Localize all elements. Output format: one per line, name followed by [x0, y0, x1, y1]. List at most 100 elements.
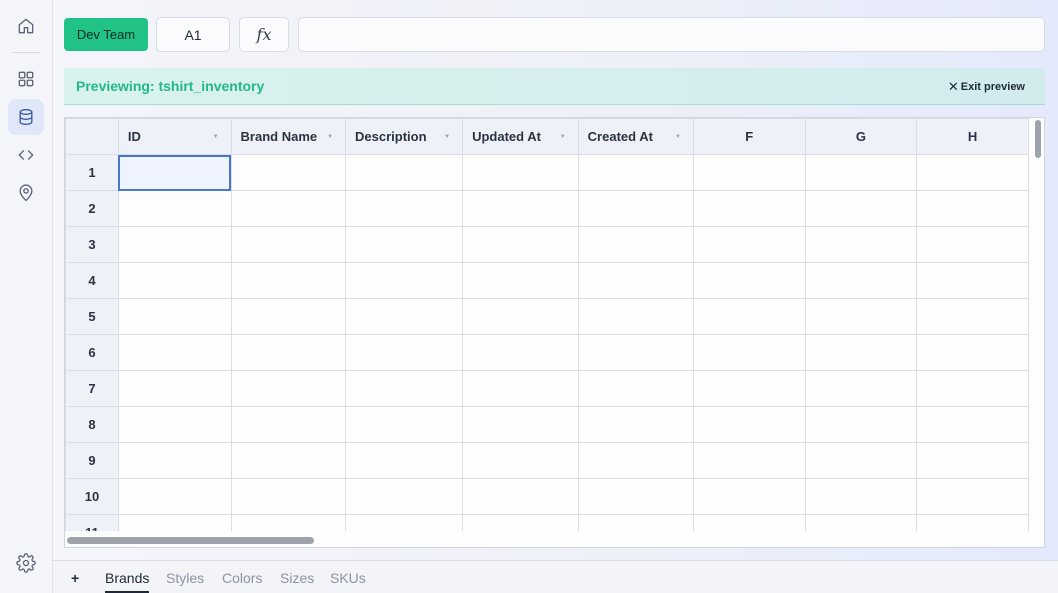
- row-header[interactable]: 5: [65, 298, 119, 335]
- row-header[interactable]: 8: [65, 406, 119, 443]
- grid-cell[interactable]: [577, 442, 694, 479]
- grid-cell[interactable]: [804, 154, 918, 191]
- grid-cell[interactable]: [577, 298, 694, 335]
- grid-cell[interactable]: [577, 370, 694, 407]
- grid-cell[interactable]: [804, 406, 918, 443]
- grid-cell[interactable]: [692, 406, 806, 443]
- grid-cell[interactable]: [692, 370, 806, 407]
- grid-cell[interactable]: [230, 226, 347, 263]
- grid-cell[interactable]: [345, 478, 464, 515]
- grid-cell[interactable]: [916, 514, 1029, 531]
- sort-icon[interactable]: ▼: [327, 134, 333, 140]
- grid-cell[interactable]: [230, 478, 347, 515]
- grid-cell[interactable]: [462, 478, 579, 515]
- grid-cell[interactable]: [117, 478, 232, 515]
- grid-cell[interactable]: [117, 190, 232, 227]
- sort-icon[interactable]: ▼: [444, 134, 450, 140]
- grid-cell[interactable]: [916, 406, 1029, 443]
- grid-cell[interactable]: [577, 226, 694, 263]
- grid-cell[interactable]: [462, 298, 579, 335]
- corner-cell[interactable]: [65, 118, 119, 155]
- grid-cell[interactable]: [692, 262, 806, 299]
- grid-cell[interactable]: [462, 406, 579, 443]
- grid-cell[interactable]: [916, 190, 1029, 227]
- row-header[interactable]: 2: [65, 190, 119, 227]
- tab-colors[interactable]: Colors: [222, 570, 262, 586]
- grid-cell[interactable]: [577, 406, 694, 443]
- grid-cell[interactable]: [577, 262, 694, 299]
- grid-cell[interactable]: [117, 262, 232, 299]
- grid-cell[interactable]: [462, 226, 579, 263]
- column-header-updated-at[interactable]: Updated At ▼: [462, 118, 579, 155]
- grid-cell[interactable]: [916, 154, 1029, 191]
- grid-cell[interactable]: [230, 298, 347, 335]
- row-header[interactable]: 10: [65, 478, 119, 515]
- grid-cell[interactable]: [692, 154, 806, 191]
- row-header[interactable]: 9: [65, 442, 119, 479]
- row-header[interactable]: 7: [65, 370, 119, 407]
- grid-cell[interactable]: [577, 478, 694, 515]
- column-header-created-at[interactable]: Created At ▼: [577, 118, 694, 155]
- column-header-brand-name[interactable]: Brand Name ▼: [230, 118, 347, 155]
- team-button[interactable]: Dev Team: [64, 18, 148, 51]
- grid-cell[interactable]: [692, 442, 806, 479]
- function-button[interactable]: fx: [239, 17, 289, 52]
- grid-cell[interactable]: [804, 226, 918, 263]
- grid-cell[interactable]: [345, 514, 464, 531]
- grid-cell[interactable]: [230, 514, 347, 531]
- grid-cell[interactable]: [577, 190, 694, 227]
- grid-cell[interactable]: [117, 154, 232, 191]
- grid-cell[interactable]: [804, 442, 918, 479]
- tab-sizes[interactable]: Sizes: [280, 570, 314, 586]
- location-button[interactable]: [8, 175, 44, 211]
- database-button[interactable]: [8, 99, 44, 135]
- settings-button[interactable]: [8, 545, 44, 581]
- row-header[interactable]: 3: [65, 226, 119, 263]
- row-header[interactable]: 1: [65, 154, 119, 191]
- grid-cell[interactable]: [230, 190, 347, 227]
- column-header-h[interactable]: H: [916, 118, 1029, 155]
- grid-cell[interactable]: [230, 154, 347, 191]
- grid-cell[interactable]: [345, 334, 464, 371]
- grid-cell[interactable]: [577, 334, 694, 371]
- grid-cell[interactable]: [230, 370, 347, 407]
- grid-cell[interactable]: [117, 370, 232, 407]
- horizontal-scrollbar[interactable]: [67, 537, 314, 544]
- grid-cell[interactable]: [462, 514, 579, 531]
- grid-cell[interactable]: [345, 406, 464, 443]
- exit-preview-button[interactable]: ✕ Exit preview: [948, 79, 1025, 95]
- grid-cell[interactable]: [230, 334, 347, 371]
- grid-cell[interactable]: [916, 442, 1029, 479]
- grid-cell[interactable]: [916, 334, 1029, 371]
- tab-skus[interactable]: SKUs: [330, 570, 366, 586]
- column-header-g[interactable]: G: [804, 118, 918, 155]
- grid-cell[interactable]: [345, 154, 464, 191]
- grid-cell[interactable]: [804, 514, 918, 531]
- grid-cell[interactable]: [345, 370, 464, 407]
- grid-cell[interactable]: [117, 298, 232, 335]
- grid-cell[interactable]: [117, 406, 232, 443]
- cell-reference-box[interactable]: A1: [156, 17, 230, 52]
- grid-cell[interactable]: [345, 442, 464, 479]
- home-button[interactable]: [8, 8, 44, 44]
- grid-cell[interactable]: [804, 478, 918, 515]
- sort-icon[interactable]: ▼: [675, 134, 681, 140]
- formula-input[interactable]: [298, 17, 1045, 52]
- grid-cell[interactable]: [462, 154, 579, 191]
- grid-cell[interactable]: [577, 154, 694, 191]
- grid-cell[interactable]: [692, 298, 806, 335]
- code-button[interactable]: [8, 137, 44, 173]
- grid-cell[interactable]: [345, 298, 464, 335]
- grid-cell[interactable]: [916, 478, 1029, 515]
- column-header-f[interactable]: F: [692, 118, 806, 155]
- grid-cell[interactable]: [692, 514, 806, 531]
- grid-cell[interactable]: [804, 370, 918, 407]
- row-header[interactable]: 11: [65, 514, 119, 531]
- grid-cell[interactable]: [692, 334, 806, 371]
- grid-cell[interactable]: [692, 190, 806, 227]
- tab-brands[interactable]: Brands: [105, 570, 150, 593]
- grid-cell[interactable]: [462, 334, 579, 371]
- grid-cell[interactable]: [462, 370, 579, 407]
- vertical-scrollbar[interactable]: [1035, 120, 1041, 158]
- grid-cell[interactable]: [462, 262, 579, 299]
